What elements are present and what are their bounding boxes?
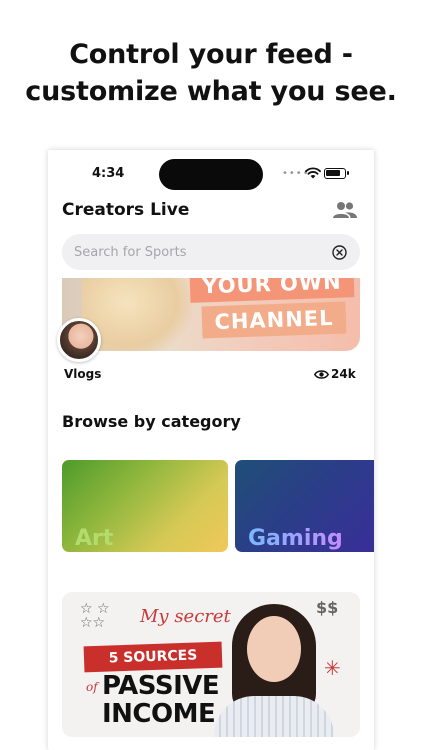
page-title: Creators Live xyxy=(62,200,190,220)
dollar-doodle-icon: $$ xyxy=(316,598,339,617)
status-time: 4:34 xyxy=(92,166,125,181)
promo-card[interactable]: ☆ ☆ ☆☆ My secret 5 SOURCES of PASSIVE INC… xyxy=(62,592,360,737)
category-label-art: Art xyxy=(75,526,114,551)
promo-big-text: PASSIVE INCOME xyxy=(102,671,220,729)
promo-of-text: of xyxy=(86,680,98,694)
star-doodle-icon: ☆ ☆ ☆☆ xyxy=(80,601,110,631)
sparkle-doodle-icon: ✳ xyxy=(324,656,341,680)
battery-icon xyxy=(324,168,349,179)
featured-banner[interactable]: YOUR OWN CHANNEL xyxy=(62,278,360,351)
category-label-gaming: Gaming xyxy=(248,526,343,551)
creator-avatar[interactable] xyxy=(57,318,101,362)
status-bar: 4:34 •••• xyxy=(48,150,374,198)
headline-line-1: Control your feed - xyxy=(69,39,353,70)
phone-screen: 4:34 •••• Creators Live YOUR OWN CHANNEL… xyxy=(48,150,374,750)
search-input[interactable] xyxy=(74,234,324,270)
eye-icon xyxy=(314,369,329,379)
promo-band-text: 5 SOURCES xyxy=(83,641,223,673)
search-bar xyxy=(62,234,360,270)
browse-title: Browse by category xyxy=(62,412,241,431)
promo-big-text-line-2: INCOME xyxy=(102,699,216,729)
marketing-headline: Control your feed - customize what you s… xyxy=(0,36,422,110)
category-card-art[interactable]: Art xyxy=(62,460,228,552)
promo-photo-shirt xyxy=(214,696,334,737)
headline-line-2: customize what you see. xyxy=(25,76,397,107)
category-card-gaming[interactable]: Gaming xyxy=(235,460,374,552)
people-icon[interactable] xyxy=(332,200,358,220)
dynamic-island xyxy=(159,159,263,190)
wifi-icon xyxy=(305,167,321,179)
promo-photo xyxy=(214,604,334,737)
banner-overlay xyxy=(62,278,360,351)
promo-photo-face xyxy=(247,616,301,682)
promo-big-text-line-1: PASSIVE xyxy=(102,671,220,701)
featured-label: Vlogs xyxy=(64,367,102,381)
view-count-value: 24k xyxy=(331,367,356,381)
clear-icon[interactable] xyxy=(332,245,347,260)
view-count: 24k xyxy=(314,367,356,381)
